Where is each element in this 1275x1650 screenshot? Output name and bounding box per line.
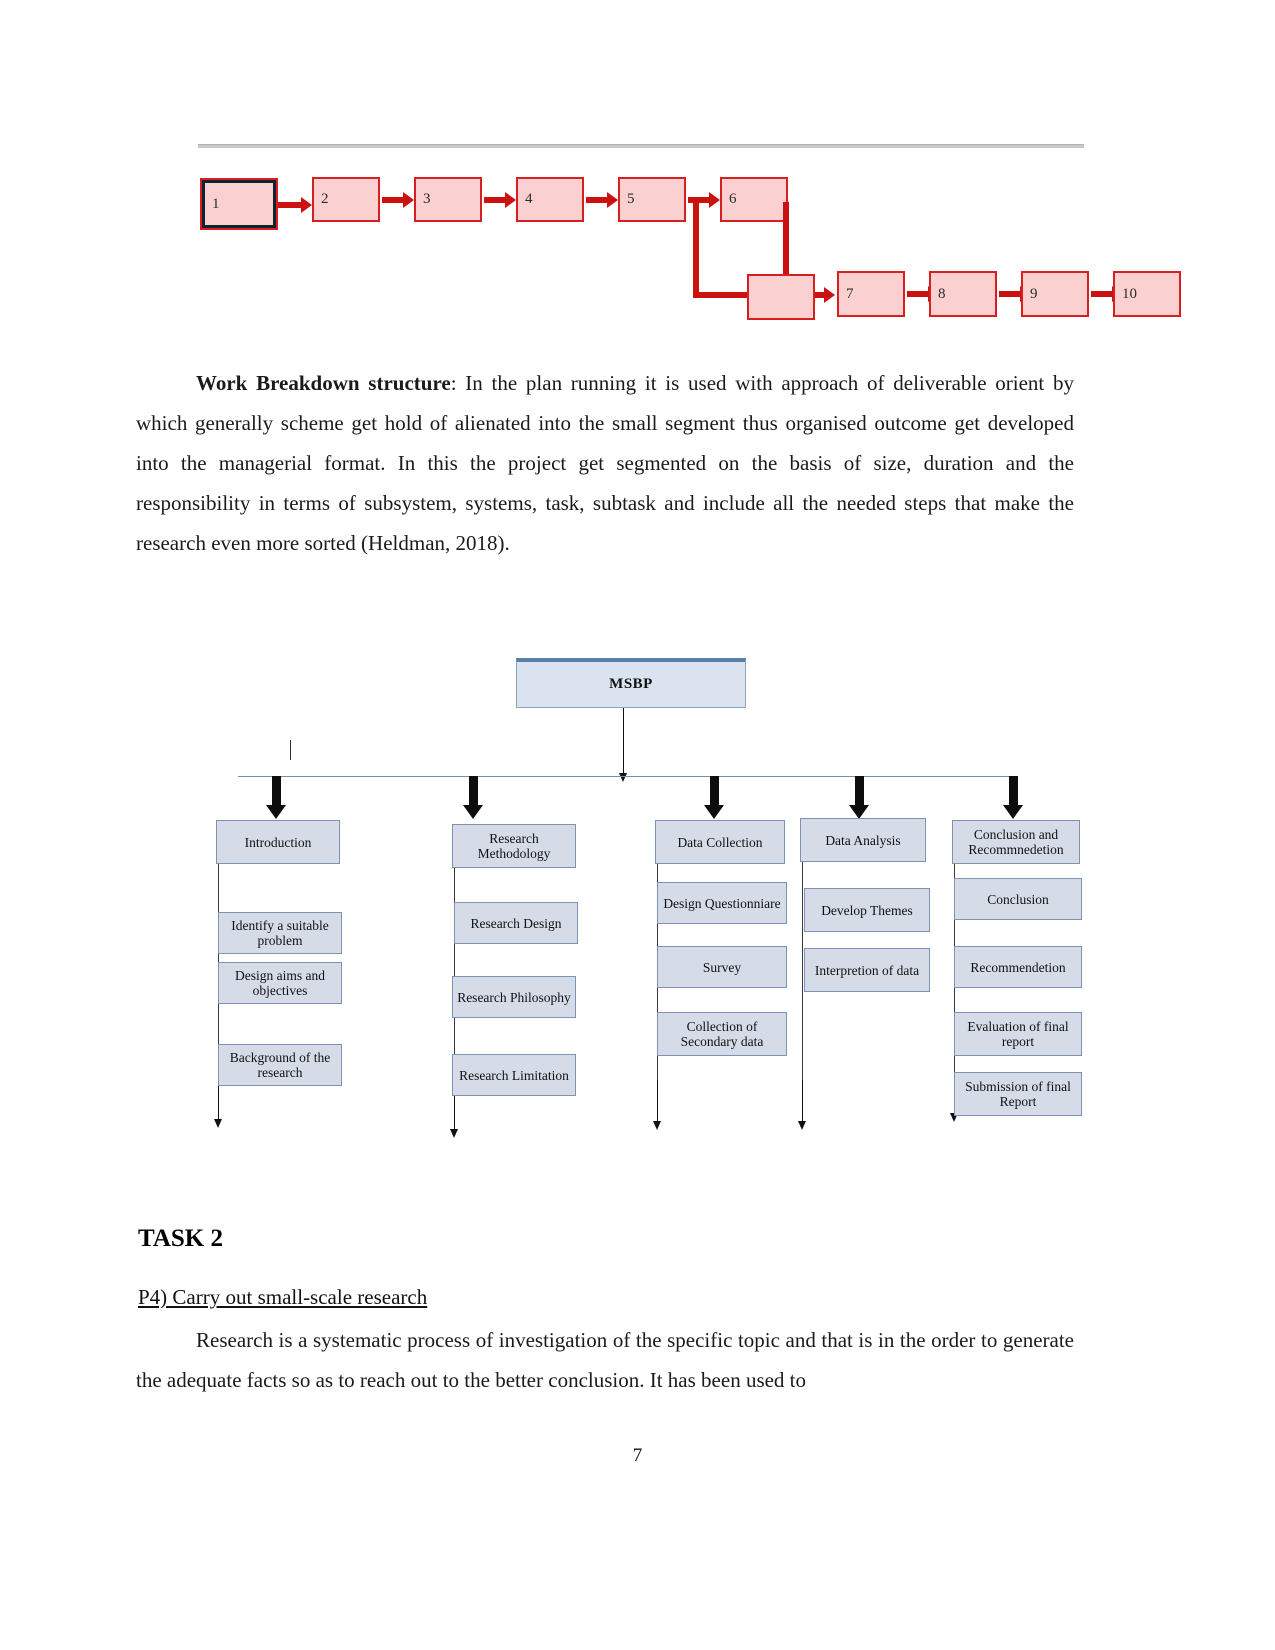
wbs-item-evaluation-final-report[interactable]: Evaluation of final report [954,1012,1082,1056]
network-node-6[interactable]: 6 [720,177,788,222]
wbs-root-box[interactable]: MSBP [516,658,746,708]
network-node-3[interactable]: 3 [414,177,482,222]
network-arrow-7-8 [907,286,939,302]
wbs-branch-arrow-5 [1003,776,1023,819]
wbs-item-research-philosophy[interactable]: Research Philosophy [452,976,576,1018]
wbs-stray-tick [290,740,291,760]
wbs-item-identify-problem[interactable]: Identify a suitable problem [218,912,342,954]
paragraph2-body-text: Research is a systematic process of inve… [136,1328,1074,1392]
network-node-9[interactable]: 9 [1021,271,1089,317]
wbs-header-introduction[interactable]: Introduction [216,820,340,864]
wbs-chart: MSBP Introduction Identify a suitable pr… [180,640,1110,1160]
network-node-7-spacer [747,274,815,320]
wbs-root-connector-arrow [619,708,627,782]
wbs-item-survey[interactable]: Survey [657,946,787,988]
wbs-header-conclusion-recommendation[interactable]: Conclusion and Recommnedetion [952,820,1080,864]
network-arrow-2-3 [382,192,414,208]
network-arrow-8-9 [999,286,1031,302]
wbs-column-tail-arrow-3 [653,1080,661,1130]
network-branch-vertical-left [693,200,699,298]
network-arrow-4-5 [586,192,618,208]
wbs-item-design-questionniare[interactable]: Design Questionniare [657,882,787,924]
wbs-item-submission-final-report[interactable]: Submission of final Report [954,1072,1082,1116]
wbs-spine [238,776,1012,777]
wbs-item-conclusion[interactable]: Conclusion [954,878,1082,920]
network-node-4[interactable]: 4 [516,177,584,222]
wbs-branch-arrow-3 [704,776,724,819]
network-arrow-9-10 [1091,286,1123,302]
paragraph-work-breakdown: Work Breakdown structure: In the plan ru… [136,363,1074,563]
paragraph-body-text: : In the plan running it is used with ap… [136,371,1075,555]
section-subheading: P4) Carry out small-scale research [138,1285,428,1309]
wbs-item-research-design[interactable]: Research Design [454,902,578,944]
wbs-item-research-limitation[interactable]: Research Limitation [452,1054,576,1096]
task-heading: TASK 2 [138,1225,223,1252]
network-diagram: 1 2 3 4 5 6 7 8 9 10 [196,140,1181,335]
network-arrow-5-6 [688,192,720,208]
wbs-column-tail-arrow-4 [798,1080,806,1130]
document-page: 1 2 3 4 5 6 7 8 9 10 Work Breakdown stru… [0,0,1275,1650]
network-node-7[interactable]: 7 [837,271,905,317]
network-arrow-1-2 [278,197,312,213]
horizontal-rule [198,144,1084,148]
wbs-item-design-aims[interactable]: Design aims and objectives [218,962,342,1004]
wbs-branch-arrow-4 [849,776,869,819]
network-node-2[interactable]: 2 [312,177,380,222]
paragraph-research-definition: Research is a systematic process of inve… [136,1320,1074,1400]
network-node-10[interactable]: 10 [1113,271,1181,317]
network-arrow-3-4 [484,192,516,208]
wbs-item-develop-themes[interactable]: Develop Themes [804,888,930,932]
wbs-header-research-methodology[interactable]: Research Methodology [452,824,576,868]
network-node-8[interactable]: 8 [929,271,997,317]
wbs-item-interpretion-of-data[interactable]: Interpretion of data [804,948,930,992]
wbs-item-background-research[interactable]: Background of the research [218,1044,342,1086]
wbs-branch-arrow-2 [463,776,483,819]
wbs-item-collection-secondary-data[interactable]: Collection of Secondary data [657,1012,787,1056]
wbs-header-data-collection[interactable]: Data Collection [655,820,785,864]
wbs-item-recommendetion[interactable]: Recommendetion [954,946,1082,988]
wbs-header-data-analysis[interactable]: Data Analysis [800,818,926,862]
page-number: 7 [632,1445,643,1466]
network-node-1[interactable]: 1 [200,178,278,230]
network-node-5[interactable]: 5 [618,177,686,222]
wbs-branch-arrow-1 [266,776,286,819]
paragraph-lead-label: Work Breakdown structure [196,371,451,395]
